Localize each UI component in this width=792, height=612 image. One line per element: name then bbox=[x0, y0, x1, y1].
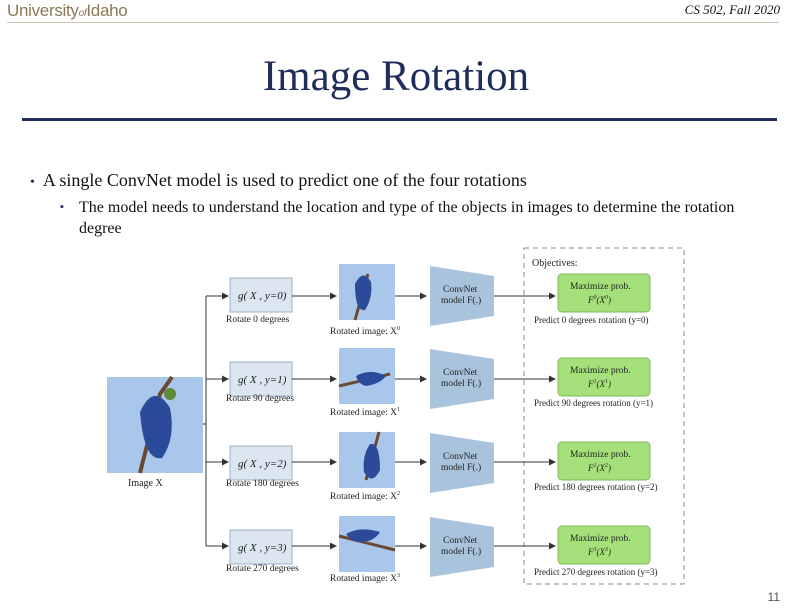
objective-box-0 bbox=[557, 273, 651, 313]
rotated-label-0: Rotated image: X0 bbox=[330, 326, 400, 337]
objectives-label: Objectives: bbox=[532, 258, 578, 269]
g-label-2: g( X , y=2) bbox=[238, 458, 287, 470]
convnet-label-0: ConvNet bbox=[443, 285, 478, 295]
convnet-label-2: ConvNet bbox=[443, 452, 478, 462]
course-label: CS 502, Fall 2020 bbox=[684, 2, 780, 17]
maximize-label-2: Maximize prob. bbox=[570, 450, 631, 460]
original-image-leaf bbox=[164, 388, 176, 400]
bullet-dot-icon: • bbox=[30, 175, 35, 190]
maximize-label-3: Maximize prob. bbox=[570, 534, 631, 544]
maximize-label-0: Maximize prob. bbox=[570, 282, 631, 292]
title-rule bbox=[22, 118, 777, 121]
rotate-label-1: Rotate 90 degrees bbox=[226, 394, 294, 404]
bullet-level2-text: The model needs to understand the locati… bbox=[79, 199, 735, 237]
header-divider bbox=[7, 22, 779, 23]
maximize-label-1: Maximize prob. bbox=[570, 366, 631, 376]
prob-label-2: F2(X2) bbox=[587, 463, 611, 473]
objective-box-2 bbox=[557, 441, 651, 481]
convnet-label-1: ConvNet bbox=[443, 368, 478, 378]
page-number: 11 bbox=[767, 590, 780, 604]
bullet-level1-text: A single ConvNet model is used to predic… bbox=[42, 170, 527, 190]
rotation-row-3: g( X , y=3) Rotate 270 degrees Rotated i… bbox=[206, 516, 658, 584]
image-x-label: Image X bbox=[128, 478, 163, 489]
convnet-sub-3: model F(.) bbox=[441, 546, 481, 557]
predict-label-0: Predict 0 degrees rotation (y=0) bbox=[534, 315, 649, 325]
predict-label-1: Predict 90 degrees rotation (y=1) bbox=[534, 398, 653, 408]
convnet-sub-1: model F(.) bbox=[441, 378, 481, 389]
rotate-label-0: Rotate 0 degrees bbox=[226, 315, 290, 325]
convnet-sub-0: model F(.) bbox=[441, 295, 481, 306]
bullet-square-icon: ▪ bbox=[60, 201, 64, 213]
rotated-label-1: Rotated image: X1 bbox=[330, 407, 400, 418]
slide-title: Image Rotation bbox=[262, 53, 530, 100]
predict-label-2: Predict 180 degrees rotation (y=2) bbox=[534, 482, 658, 492]
rotate-label-2: Rotate 180 degrees bbox=[226, 479, 299, 489]
rotated-label-2: Rotated image: X2 bbox=[330, 491, 400, 502]
prob-label-0: F0(X0) bbox=[587, 295, 611, 305]
prob-label-3: F3(X3) bbox=[587, 547, 611, 557]
g-label-3: g( X , y=3) bbox=[238, 542, 287, 554]
bullet-level1: • A single ConvNet model is used to predi… bbox=[30, 170, 527, 191]
prob-label-1: F1(X1) bbox=[587, 379, 611, 389]
original-image bbox=[107, 375, 203, 474]
convnet-label-3: ConvNet bbox=[443, 536, 478, 546]
objective-box-3 bbox=[557, 525, 651, 565]
rotate-label-3: Rotate 270 degrees bbox=[226, 564, 299, 574]
objective-box-1 bbox=[557, 357, 651, 397]
convnet-sub-2: model F(.) bbox=[441, 462, 481, 473]
predict-label-3: Predict 270 degrees rotation (y=3) bbox=[534, 567, 658, 577]
rotation-row-2: g( X , y=2) Rotate 180 degrees Rotated i… bbox=[206, 431, 658, 502]
university-logo: UniversityofIdaho bbox=[7, 1, 128, 20]
g-label-0: g( X , y=0) bbox=[238, 290, 287, 302]
g-label-1: g( X , y=1) bbox=[238, 374, 287, 386]
rotated-label-3: Rotated image: X3 bbox=[330, 573, 400, 584]
rotation-figure: Image X Objectives: g( X , y=0) Rotate 0… bbox=[107, 247, 685, 585]
rotation-row-1: g( X , y=1) Rotate 90 degrees Rotated im… bbox=[206, 348, 653, 418]
rotation-row-0: g( X , y=0) Rotate 0 degrees Rotated ima… bbox=[206, 264, 651, 337]
